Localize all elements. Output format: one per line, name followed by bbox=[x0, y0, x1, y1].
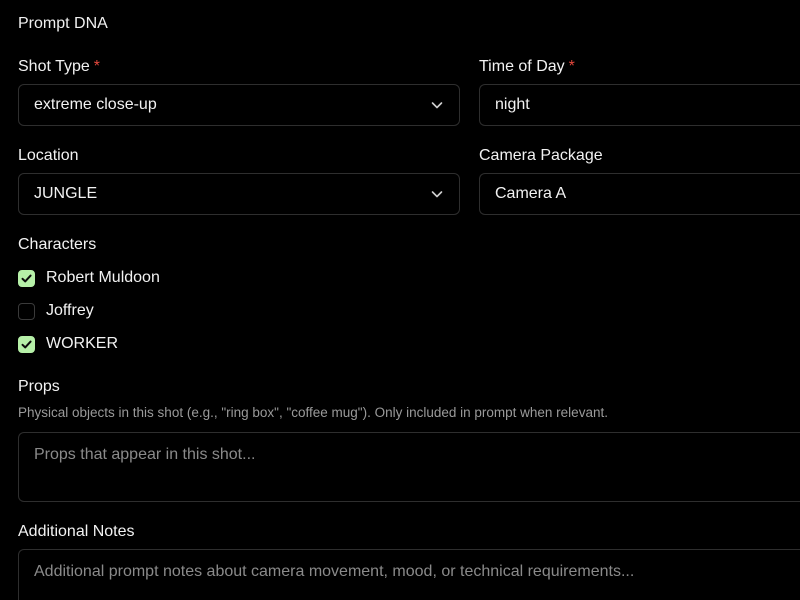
shot-type-label: Shot Type * bbox=[18, 58, 100, 76]
time-of-day-value: night bbox=[495, 96, 530, 113]
additional-notes-label: Additional Notes bbox=[18, 523, 135, 540]
camera-package-input[interactable]: Camera A bbox=[479, 173, 800, 215]
character-name: Joffrey bbox=[46, 302, 94, 319]
character-name: WORKER bbox=[46, 335, 118, 352]
additional-notes-textarea[interactable]: Additional prompt notes about camera mov… bbox=[18, 549, 800, 600]
location-value: JUNGLE bbox=[34, 185, 98, 202]
time-of-day-label-text: Time of Day bbox=[479, 58, 565, 75]
character-name: Robert Muldoon bbox=[46, 269, 160, 286]
location-select[interactable]: JUNGLE bbox=[18, 173, 460, 215]
shot-type-label-text: Shot Type bbox=[18, 58, 90, 75]
chevron-down-icon bbox=[431, 191, 443, 198]
required-mark: * bbox=[93, 58, 100, 75]
shot-type-value: extreme close-up bbox=[34, 96, 157, 113]
props-textarea[interactable]: Props that appear in this shot... bbox=[18, 432, 800, 502]
checkbox-unchecked[interactable] bbox=[18, 303, 35, 320]
props-help-text: Physical objects in this shot (e.g., "ri… bbox=[18, 405, 608, 420]
checkmark-icon bbox=[21, 274, 32, 283]
time-of-day-input[interactable]: night bbox=[479, 84, 800, 126]
chevron-down-icon bbox=[431, 102, 443, 109]
props-placeholder: Props that appear in this shot... bbox=[34, 446, 256, 463]
checkmark-icon bbox=[21, 340, 32, 349]
camera-package-value: Camera A bbox=[495, 185, 567, 202]
time-of-day-label: Time of Day * bbox=[479, 58, 575, 76]
section-title: Prompt DNA bbox=[18, 15, 108, 32]
additional-notes-placeholder: Additional prompt notes about camera mov… bbox=[34, 563, 635, 580]
props-label: Props bbox=[18, 378, 60, 395]
location-label: Location bbox=[18, 147, 79, 164]
checkbox-checked[interactable] bbox=[18, 336, 35, 353]
camera-package-label: Camera Package bbox=[479, 147, 603, 164]
characters-label: Characters bbox=[18, 236, 97, 253]
prompt-dna-panel: Prompt DNA Shot Type * extreme close-up T… bbox=[0, 0, 800, 600]
shot-type-select[interactable]: extreme close-up bbox=[18, 84, 460, 126]
required-mark: * bbox=[568, 58, 575, 75]
checkbox-checked[interactable] bbox=[18, 270, 35, 287]
